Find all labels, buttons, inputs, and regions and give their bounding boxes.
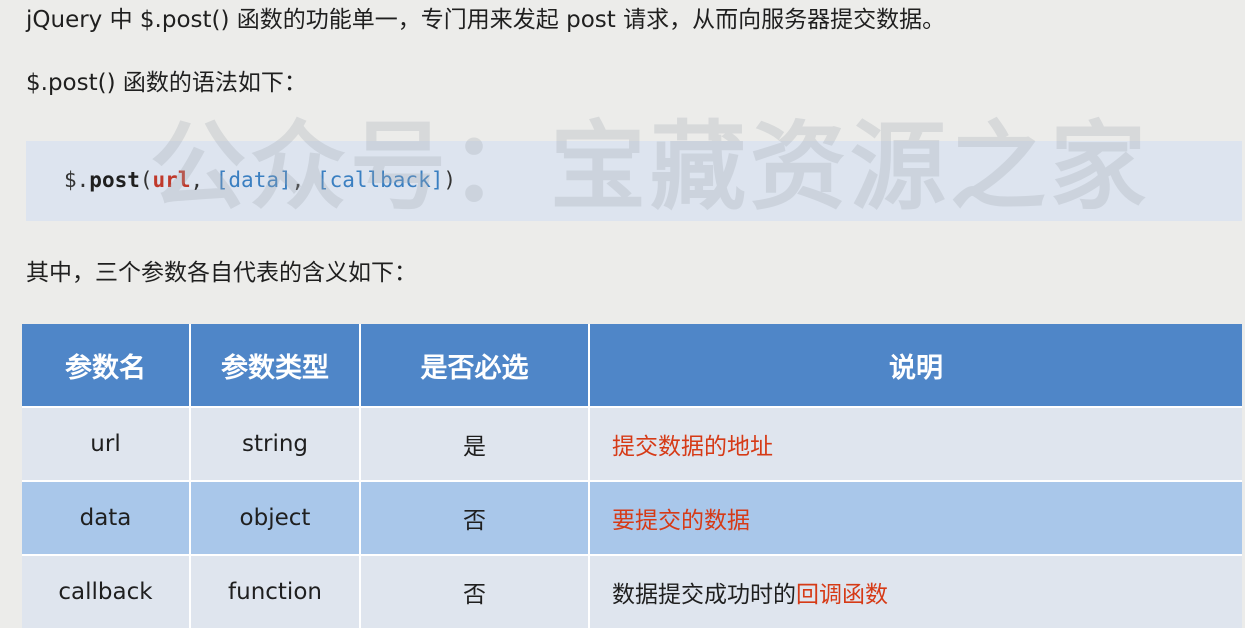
description-highlight: 回调函数 <box>796 582 888 608</box>
description-plain: 数据提交成功时的 <box>612 582 796 608</box>
header-description: 说明 <box>589 324 1242 407</box>
code-prefix: $. <box>64 168 90 192</box>
code-param-url: url <box>152 168 191 192</box>
param-name-cell: callback <box>22 554 191 628</box>
param-type-cell: string <box>190 406 361 481</box>
description-cell: 要提交的数据 <box>589 480 1242 555</box>
code-separator: , <box>190 168 216 192</box>
header-required: 是否必选 <box>360 324 590 407</box>
description-cell: 提交数据的地址 <box>589 406 1242 481</box>
required-cell: 否 <box>360 480 590 555</box>
table-header-row: 参数名 参数类型 是否必选 说明 <box>22 324 1242 407</box>
params-table: 参数名 参数类型 是否必选 说明 url string 是 提交数据的地址 da… <box>22 324 1242 628</box>
table-row: callback function 否 数据提交成功时的回调函数 <box>22 554 1242 628</box>
code-block: $.post(url, [data], [callback]) <box>26 141 1242 221</box>
table-row: data object 否 要提交的数据 <box>22 480 1242 555</box>
description-highlight: 要提交的数据 <box>612 508 750 534</box>
code-function-name: post <box>89 168 140 192</box>
param-name-cell: data <box>22 480 191 555</box>
intro-paragraph: jQuery 中 $.post() 函数的功能单一，专门用来发起 post 请求… <box>26 7 946 33</box>
table-row: url string 是 提交数据的地址 <box>22 406 1242 481</box>
header-param-type: 参数类型 <box>190 324 361 407</box>
code-open-paren: ( <box>139 168 153 192</box>
code-param-data: [data] <box>215 168 292 192</box>
param-name-cell: url <box>22 406 191 481</box>
code-close-paren: ) <box>443 168 457 192</box>
syntax-heading: $.post() 函数的语法如下： <box>26 70 307 96</box>
required-cell: 否 <box>360 554 590 628</box>
code-separator: , <box>291 168 317 192</box>
param-type-cell: object <box>190 480 361 555</box>
params-heading: 其中，三个参数各自代表的含义如下： <box>26 260 417 286</box>
description-cell: 数据提交成功时的回调函数 <box>589 554 1242 628</box>
code-line: $.post(url, [data], [callback]) <box>64 165 456 195</box>
required-cell: 是 <box>360 406 590 481</box>
code-param-callback: [callback] <box>316 168 444 192</box>
description-highlight: 提交数据的地址 <box>612 434 773 460</box>
header-param-name: 参数名 <box>22 324 191 407</box>
param-type-cell: function <box>190 554 361 628</box>
